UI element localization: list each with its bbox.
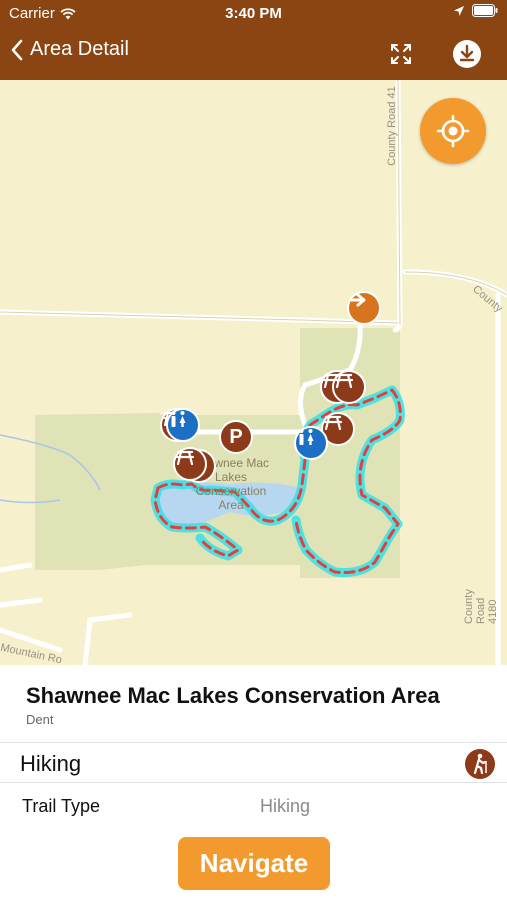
chevron-left-icon: [11, 39, 23, 60]
park-area: [35, 328, 400, 578]
hiker-icon: [473, 753, 487, 775]
divider: [0, 782, 507, 783]
road-label: County Road 4180: [463, 589, 499, 624]
activity-label: Hiking: [20, 751, 82, 776]
road: [0, 597, 43, 608]
road: [402, 269, 507, 298]
road-label: County Road 41: [385, 86, 398, 166]
fullscreen-icon: [391, 44, 411, 64]
locate-me-button[interactable]: [420, 98, 486, 164]
status-right: [453, 4, 498, 17]
arrow-right-icon: [349, 293, 366, 307]
picnic-table-icon: [175, 450, 195, 465]
restroom-icon: [171, 411, 186, 427]
navigate-button[interactable]: Navigate: [178, 837, 330, 890]
trail-type-label: Trail Type: [22, 796, 101, 816]
restroom-marker[interactable]: [166, 408, 200, 442]
detail-sheet: Shawnee Mac Lakes Conservation Area Dent…: [0, 665, 507, 900]
parking-marker[interactable]: P: [219, 420, 253, 454]
restroom-icon: [299, 429, 314, 445]
back-button[interactable]: Area Detail: [10, 38, 129, 61]
area-title: Shawnee Mac Lakes Conservation Area: [26, 683, 440, 708]
map-view[interactable]: Shawnee Mac Lakes Conservation Area Coun…: [0, 80, 507, 665]
activity-badge: [465, 749, 495, 779]
download-button[interactable]: [451, 38, 483, 70]
clock: 3:40 PM: [225, 5, 282, 22]
fullscreen-button[interactable]: [385, 38, 417, 70]
divider: [0, 742, 507, 743]
picnic-marker[interactable]: [173, 447, 207, 481]
download-icon: [453, 40, 481, 68]
picnic-table-icon: [323, 415, 343, 430]
restroom-marker[interactable]: [294, 426, 328, 460]
entrance-marker[interactable]: [347, 291, 381, 325]
area-label-line: Conservation: [195, 484, 267, 498]
map-canvas: [0, 80, 507, 665]
road: [82, 612, 133, 665]
parking-label: P: [229, 425, 243, 448]
crosshair-icon: [436, 114, 470, 148]
back-label: Area Detail: [30, 38, 129, 60]
nav-bar: Area Detail: [0, 28, 507, 80]
road: [0, 562, 33, 573]
location-arrow-icon: [454, 5, 464, 16]
picnic-marker[interactable]: [332, 370, 366, 404]
status-bar: Carrier 3:40 PM: [0, 0, 507, 28]
battery-icon: [472, 4, 498, 17]
picnic-table-icon: [334, 373, 354, 388]
trail-type-value: Hiking: [260, 796, 311, 816]
area-label-line: Area: [218, 498, 244, 512]
area-subtitle: Dent: [26, 712, 54, 727]
